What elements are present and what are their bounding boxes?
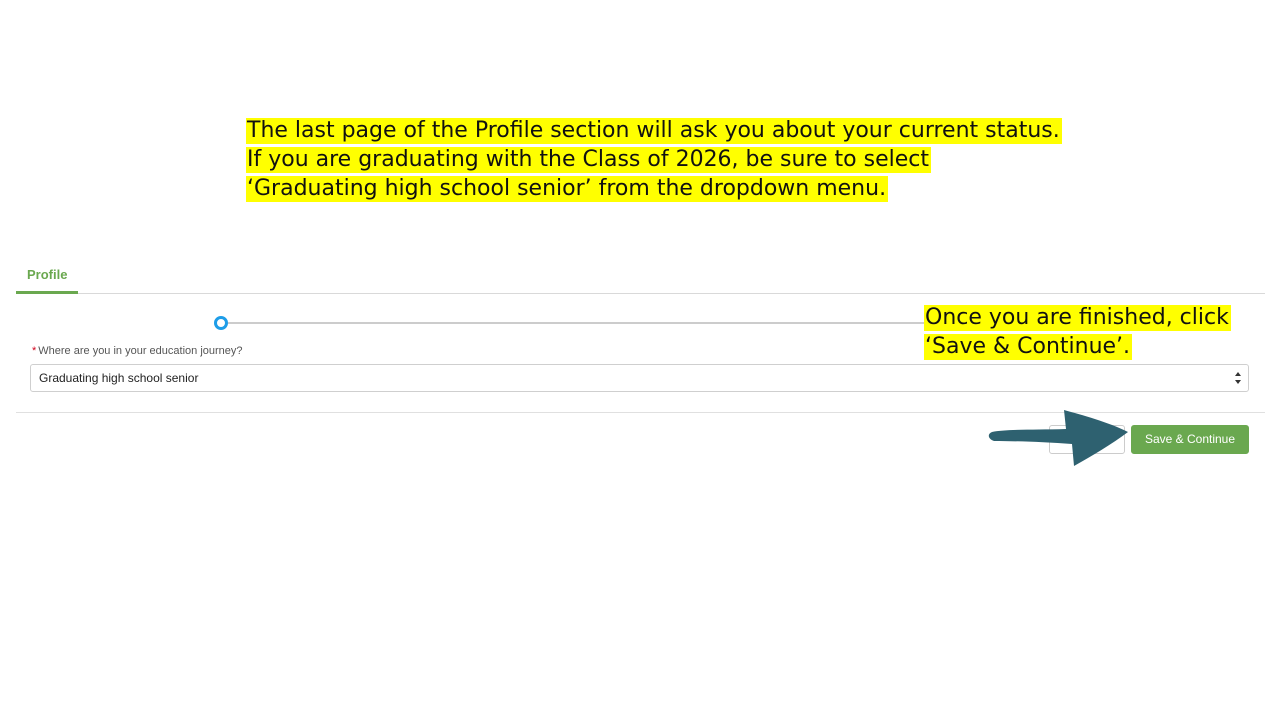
intro-callout: The last page of the Profile section wil… <box>246 116 1066 203</box>
finish-callout-text: Once you are finished, click ‘Save & Con… <box>924 305 1231 360</box>
step-indicator-icon <box>214 316 228 330</box>
finish-callout: Once you are finished, click ‘Save & Con… <box>924 303 1254 361</box>
tab-profile[interactable]: Profile <box>16 262 79 294</box>
intro-callout-text: The last page of the Profile section wil… <box>246 118 1062 202</box>
progress-track <box>228 322 934 324</box>
section-tabs: Profile <box>16 262 1265 294</box>
education-journey-label: * Where are you in your education journey… <box>32 345 243 357</box>
required-marker: * <box>32 345 37 357</box>
updown-chevrons-icon <box>1235 372 1241 384</box>
education-journey-label-text: Where are you in your education journey? <box>38 345 243 357</box>
education-journey-select[interactable]: Graduating high school senior <box>30 364 1249 392</box>
education-journey-selected-value: Graduating high school senior <box>39 371 199 385</box>
save-continue-button[interactable]: Save & Continue <box>1131 425 1249 454</box>
arrow-right-icon <box>988 410 1128 466</box>
step-progress <box>214 316 934 330</box>
